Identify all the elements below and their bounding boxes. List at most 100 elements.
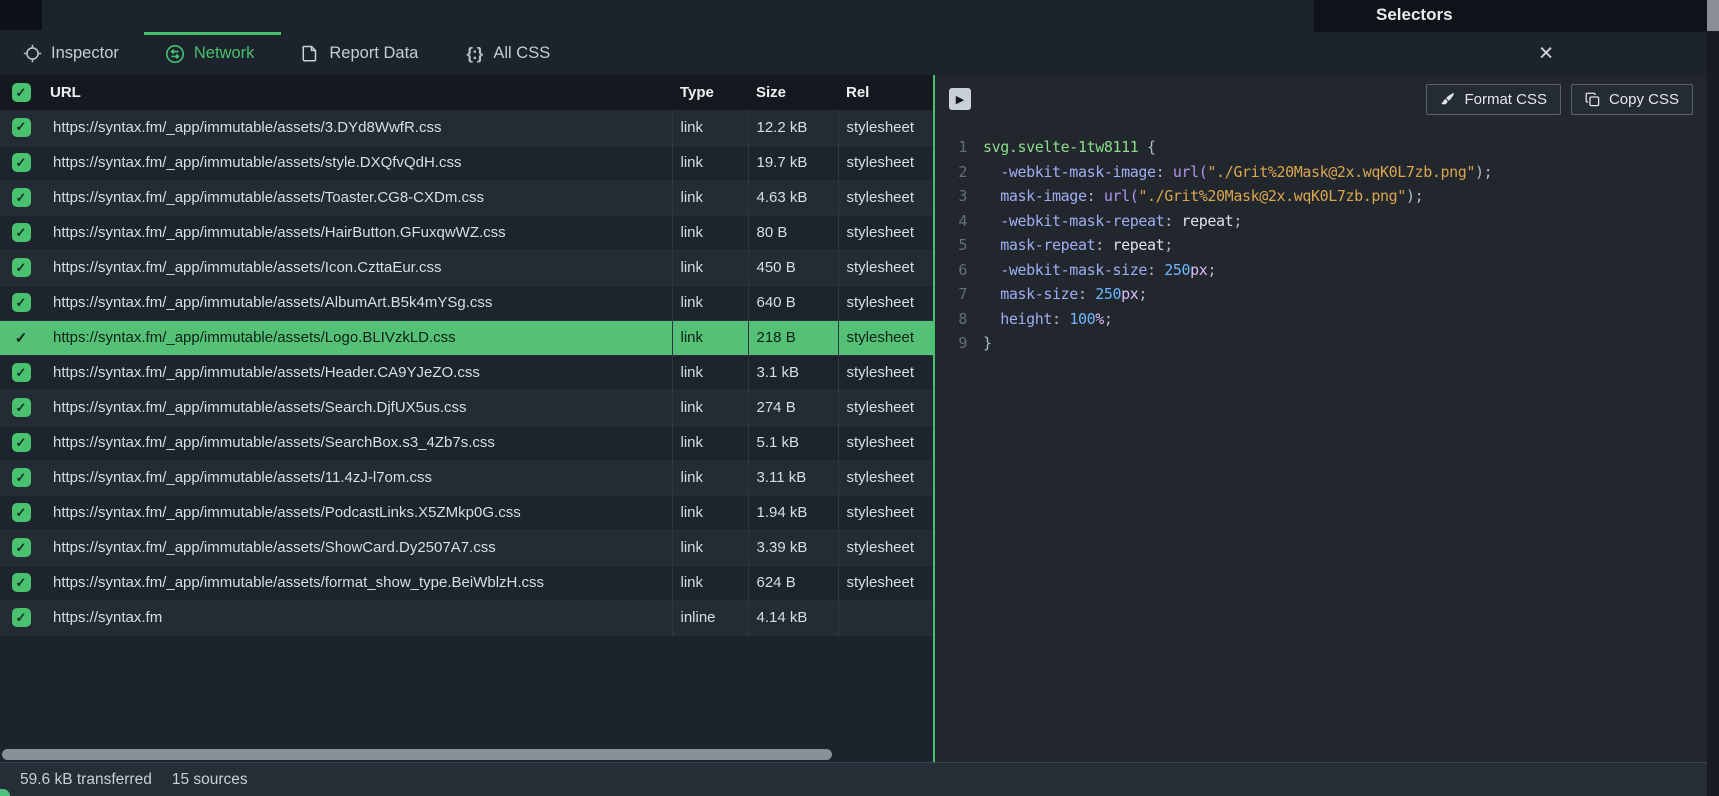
size-cell: 5.1 kB bbox=[748, 425, 838, 460]
row-checkbox-cell: ✓ bbox=[0, 530, 42, 565]
row-checkbox-cell: ✓ bbox=[0, 390, 42, 425]
table-row[interactable]: ✓https://syntax.fm/_app/immutable/assets… bbox=[0, 145, 933, 180]
row-checkbox[interactable]: ✓ bbox=[12, 538, 31, 557]
type-cell: link bbox=[672, 110, 748, 145]
code-line: 5 mask-repeat: repeat; bbox=[949, 233, 1707, 258]
table-row[interactable]: ✓https://syntax.fm/_app/immutable/assets… bbox=[0, 460, 933, 495]
network-table-body: ✓ https://syntax.fm/_app/immutable/assets… bbox=[0, 110, 933, 635]
size-cell: 19.7 kB bbox=[748, 145, 838, 180]
size-cell: 3.1 kB bbox=[748, 355, 838, 390]
page-scrollbar-track[interactable] bbox=[1707, 0, 1719, 796]
rel-cell bbox=[838, 600, 933, 635]
row-checkbox[interactable]: ✓ bbox=[12, 573, 31, 592]
size-cell: 3.39 kB bbox=[748, 530, 838, 565]
table-row[interactable]: ✓https://syntax.fminline4.14 kB bbox=[0, 600, 933, 635]
network-table: ✓ URL Type Size Rel ✓ https://syntax.fm/_… bbox=[0, 75, 933, 636]
row-checkbox[interactable]: ✓ bbox=[12, 293, 31, 312]
tab-label: Network bbox=[194, 44, 255, 63]
table-row[interactable]: ✓ https://syntax.fm/_app/immutable/assets… bbox=[0, 110, 933, 145]
copy-icon bbox=[1585, 92, 1600, 107]
css-toolbar: ▶ Format CSS bbox=[935, 75, 1707, 123]
code-line: 8 height: 100%; bbox=[949, 307, 1707, 332]
header-size: Size bbox=[748, 75, 838, 110]
collapse-panel-icon[interactable]: ▶ bbox=[949, 88, 971, 110]
table-row[interactable]: ✓https://syntax.fm/_app/immutable/assets… bbox=[0, 495, 933, 530]
row-checkbox-cell: ✓ bbox=[0, 460, 42, 495]
size-cell: 12.2 kB bbox=[748, 110, 838, 145]
rel-cell: stylesheet bbox=[838, 495, 933, 530]
url-cell: https://syntax.fm/_app/immutable/assets/… bbox=[42, 425, 672, 460]
line-number: 1 bbox=[949, 135, 967, 160]
rel-cell: stylesheet bbox=[838, 390, 933, 425]
copy-css-label: Copy CSS bbox=[1609, 91, 1679, 108]
line-number: 4 bbox=[949, 209, 967, 234]
header-rel: Rel bbox=[838, 75, 933, 110]
select-all-checkbox[interactable]: ✓ bbox=[12, 83, 31, 102]
type-cell: link bbox=[672, 530, 748, 565]
url-cell: https://syntax.fm/_app/immutable/assets/… bbox=[42, 390, 672, 425]
page-scrollbar-thumb[interactable] bbox=[1707, 0, 1719, 31]
row-checkbox[interactable]: ✓ bbox=[12, 433, 31, 452]
table-row[interactable]: ✓https://syntax.fm/_app/immutable/assets… bbox=[0, 565, 933, 600]
tab-report-data[interactable]: Report Data bbox=[300, 44, 418, 64]
row-checkbox[interactable]: ✓ bbox=[12, 503, 31, 522]
row-checkbox[interactable]: ✓ bbox=[12, 118, 31, 137]
table-row[interactable]: ✓https://syntax.fm/_app/immutable/assets… bbox=[0, 355, 933, 390]
row-checkbox[interactable]: ✓ bbox=[15, 329, 28, 347]
table-row[interactable]: ✓ https://syntax.fm/_app/immutable/assets… bbox=[0, 320, 933, 355]
transferred-total: 59.6 kB transferred bbox=[20, 771, 152, 789]
row-checkbox[interactable]: ✓ bbox=[12, 153, 31, 172]
devtools-panel: Inspector Network Report Data bbox=[0, 32, 1707, 796]
close-icon[interactable]: ✕ bbox=[1538, 44, 1554, 63]
active-tab-indicator bbox=[144, 32, 281, 35]
row-checkbox[interactable]: ✓ bbox=[12, 363, 31, 382]
row-checkbox-cell: ✓ bbox=[0, 495, 42, 530]
table-row[interactable]: ✓https://syntax.fm/_app/immutable/assets… bbox=[0, 180, 933, 215]
table-row[interactable]: ✓ https://syntax.fm/_app/immutable/assets… bbox=[0, 425, 933, 460]
row-checkbox-cell: ✓ bbox=[0, 145, 42, 180]
format-css-button[interactable]: Format CSS bbox=[1426, 84, 1561, 115]
code-line: 2 -webkit-mask-image: url("./Grit%20Mask… bbox=[949, 160, 1707, 185]
url-cell: https://syntax.fm/_app/immutable/assets/… bbox=[42, 320, 672, 355]
type-cell: link bbox=[672, 460, 748, 495]
row-checkbox-cell: ✓ bbox=[0, 320, 42, 355]
type-cell: link bbox=[672, 390, 748, 425]
page-background-strip: Selectors bbox=[0, 0, 1707, 32]
url-cell: https://syntax.fm/_app/immutable/assets/… bbox=[42, 110, 672, 145]
size-cell: 624 B bbox=[748, 565, 838, 600]
network-panel: ✓ URL Type Size Rel ✓ https://syntax.fm/_… bbox=[0, 75, 933, 762]
split-view: ✓ URL Type Size Rel ✓ https://syntax.fm/_… bbox=[0, 75, 1707, 762]
tab-network[interactable]: Network bbox=[165, 44, 255, 64]
row-checkbox[interactable]: ✓ bbox=[12, 223, 31, 242]
table-row[interactable]: ✓ https://syntax.fm/_app/immutable/assets… bbox=[0, 215, 933, 250]
row-checkbox[interactable]: ✓ bbox=[12, 468, 31, 487]
code-line: 3 mask-image: url("./Grit%20Mask@2x.wqK0… bbox=[949, 184, 1707, 209]
url-cell: https://syntax.fm/_app/immutable/assets/… bbox=[42, 215, 672, 250]
table-row[interactable]: ✓https://syntax.fm/_app/immutable/assets… bbox=[0, 530, 933, 565]
network-swap-icon bbox=[165, 44, 185, 64]
rel-cell: stylesheet bbox=[838, 285, 933, 320]
table-row[interactable]: ✓https://syntax.fm/_app/immutable/assets… bbox=[0, 250, 933, 285]
line-number: 5 bbox=[949, 233, 967, 258]
copy-css-button[interactable]: Copy CSS bbox=[1571, 84, 1693, 115]
horizontal-scrollbar-thumb[interactable] bbox=[2, 749, 832, 760]
line-number: 2 bbox=[949, 160, 967, 185]
rel-cell: stylesheet bbox=[838, 180, 933, 215]
tab-all-css[interactable]: {:} All CSS bbox=[464, 44, 550, 64]
tab-inspector[interactable]: Inspector bbox=[22, 44, 119, 64]
format-css-label: Format CSS bbox=[1464, 91, 1547, 108]
type-cell: link bbox=[672, 250, 748, 285]
table-row[interactable]: ✓https://syntax.fm/_app/immutable/assets… bbox=[0, 285, 933, 320]
row-checkbox-cell: ✓ bbox=[0, 110, 42, 145]
type-cell: link bbox=[672, 285, 748, 320]
status-bar: 59.6 kB transferred 15 sources bbox=[0, 762, 1707, 796]
row-checkbox[interactable]: ✓ bbox=[12, 608, 31, 627]
row-checkbox[interactable]: ✓ bbox=[12, 258, 31, 277]
row-checkbox-cell: ✓ bbox=[0, 285, 42, 320]
rel-cell: stylesheet bbox=[838, 320, 933, 355]
row-checkbox[interactable]: ✓ bbox=[12, 398, 31, 417]
row-checkbox[interactable]: ✓ bbox=[12, 188, 31, 207]
row-checkbox-cell: ✓ bbox=[0, 425, 42, 460]
table-header-row: ✓ URL Type Size Rel bbox=[0, 75, 933, 110]
table-row[interactable]: ✓ https://syntax.fm/_app/immutable/assets… bbox=[0, 390, 933, 425]
